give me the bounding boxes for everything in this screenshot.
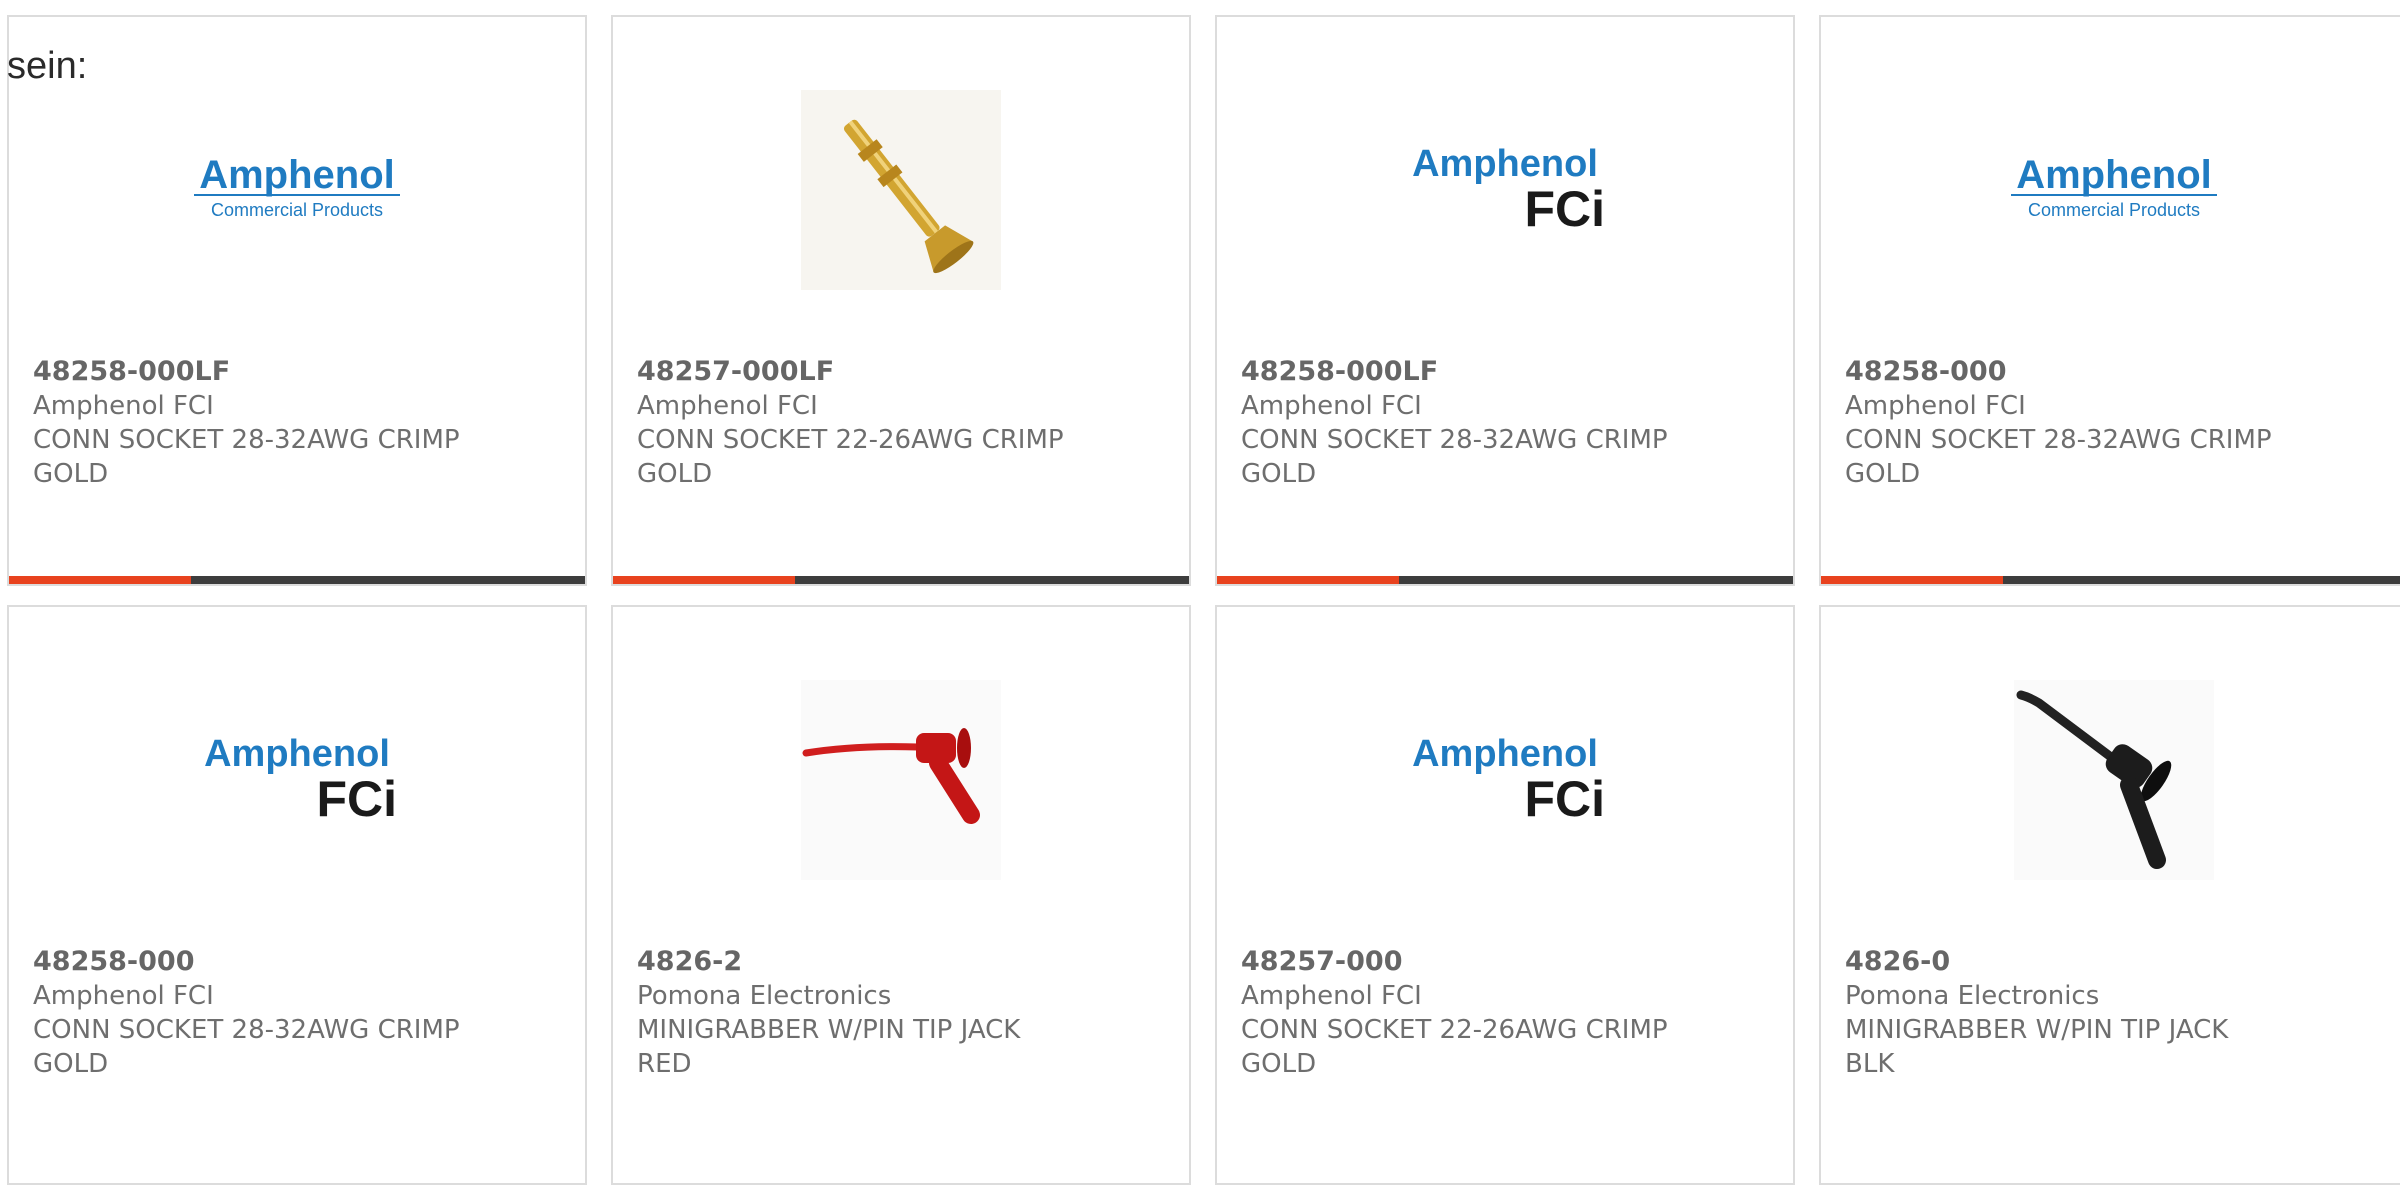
part-number[interactable]: 48258-000LF	[33, 355, 565, 389]
part-number[interactable]: 4826-0	[1845, 945, 2387, 979]
part-number[interactable]: 48258-000	[1845, 355, 2387, 389]
amphenol-commercial-logo-image: Amphenol Commercial Products	[2009, 85, 2219, 295]
part-number[interactable]: 4826-2	[637, 945, 1169, 979]
svg-text:FCi: FCi	[1524, 181, 1605, 237]
svg-text:Amphenol: Amphenol	[2016, 153, 2212, 197]
manufacturer: Amphenol FCI	[1845, 391, 2026, 421]
product-card[interactable]: 4826-0 Pomona Electronics MINIGRABBER W/…	[1819, 605, 2400, 1185]
red-minigrabber-image	[796, 675, 1006, 885]
svg-text:Amphenol: Amphenol	[204, 733, 390, 775]
manufacturer: Amphenol FCI	[1241, 391, 1422, 421]
svg-text:Amphenol: Amphenol	[1412, 143, 1598, 185]
part-number[interactable]: 48257-000LF	[637, 355, 1169, 389]
product-card[interactable]: Amphenol Commercial Products 48258-000 A…	[1819, 15, 2400, 586]
svg-text:Amphenol: Amphenol	[199, 153, 395, 197]
amphenol-fci-logo-image: Amphenol FCi	[1400, 85, 1610, 295]
manufacturer: Amphenol FCI	[33, 981, 214, 1011]
description: MINIGRABBER W/PIN TIP JACK RED	[637, 1015, 1021, 1079]
svg-text:Commercial Products: Commercial Products	[2028, 200, 2200, 220]
svg-text:FCi: FCi	[1524, 771, 1605, 827]
card-accent-bar	[613, 576, 795, 584]
manufacturer: Pomona Electronics	[637, 981, 892, 1011]
manufacturer: Amphenol FCI	[1241, 981, 1422, 1011]
svg-text:FCi: FCi	[316, 771, 397, 827]
svg-text:Amphenol: Amphenol	[1412, 733, 1598, 775]
description: CONN SOCKET 28-32AWG CRIMP GOLD	[1845, 425, 2272, 489]
intro-text: sein:	[7, 45, 88, 87]
product-card[interactable]: Amphenol FCi 48257-000 Amphenol FCI CONN…	[1215, 605, 1795, 1185]
card-accent-bar	[1821, 576, 2003, 584]
manufacturer: Amphenol FCI	[637, 391, 818, 421]
product-grid: Amphenol Commercial Products 48258-000LF…	[0, 0, 2400, 1185]
description: MINIGRABBER W/PIN TIP JACK BLK	[1845, 1015, 2229, 1079]
manufacturer: Pomona Electronics	[1845, 981, 2100, 1011]
part-number[interactable]: 48257-000	[1241, 945, 1773, 979]
svg-text:Commercial Products: Commercial Products	[211, 200, 383, 220]
amphenol-fci-logo-image: Amphenol FCi	[192, 675, 402, 885]
description: CONN SOCKET 22-26AWG CRIMP GOLD	[1241, 1015, 1668, 1079]
card-accent-bar	[9, 576, 191, 584]
part-number[interactable]: 48258-000	[33, 945, 565, 979]
amphenol-fci-logo-image: Amphenol FCi	[1400, 675, 1610, 885]
card-accent-bar	[1217, 576, 1399, 584]
gold-crimp-pin-image	[796, 85, 1006, 295]
description: CONN SOCKET 22-26AWG CRIMP GOLD	[637, 425, 1064, 489]
product-card[interactable]: Amphenol FCi 48258-000LF Amphenol FCI CO…	[1215, 15, 1795, 586]
product-card[interactable]: Amphenol Commercial Products 48258-000LF…	[7, 15, 587, 586]
description: CONN SOCKET 28-32AWG CRIMP GOLD	[1241, 425, 1668, 489]
amphenol-commercial-logo-image: Amphenol Commercial Products	[192, 85, 402, 295]
part-number[interactable]: 48258-000LF	[1241, 355, 1773, 389]
product-card[interactable]: Amphenol FCi 48258-000 Amphenol FCI CONN…	[7, 605, 587, 1185]
description: CONN SOCKET 28-32AWG CRIMP GOLD	[33, 1015, 460, 1079]
manufacturer: Amphenol FCI	[33, 391, 214, 421]
product-card[interactable]: 4826-2 Pomona Electronics MINIGRABBER W/…	[611, 605, 1191, 1185]
description: CONN SOCKET 28-32AWG CRIMP GOLD	[33, 425, 460, 489]
black-minigrabber-image	[2009, 675, 2219, 885]
product-card[interactable]: 48257-000LF Amphenol FCI CONN SOCKET 22-…	[611, 15, 1191, 586]
